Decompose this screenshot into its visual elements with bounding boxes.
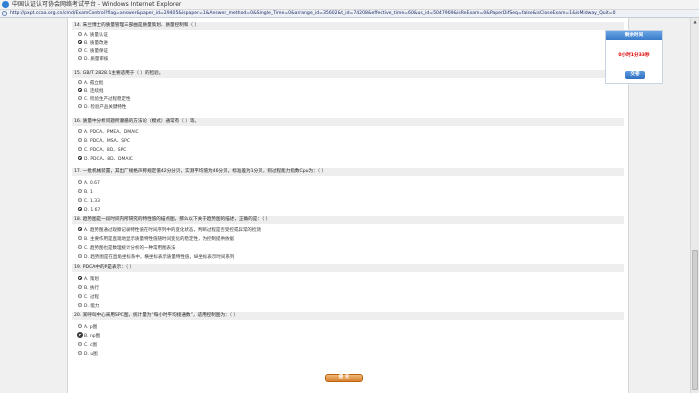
scroll-up-arrow-icon[interactable]: ▲ xyxy=(692,19,698,25)
option-15-c[interactable]: C. 检验生产过程稳定性 xyxy=(78,96,131,103)
question-title: 18. 趋势图是一段时间内所研究的特性值的描点图，那么以下关于趋势图的描述，正确… xyxy=(72,216,624,224)
radio-checked-icon[interactable] xyxy=(78,156,82,160)
option-18-b[interactable]: B. 主要作用是直观地显示质量特性值随时间变化的稳定性，为控制提供依据 xyxy=(78,236,234,243)
option-17-a[interactable]: A. 0.67 xyxy=(78,180,100,187)
radio-icon[interactable] xyxy=(78,294,82,298)
radio-icon[interactable] xyxy=(78,48,82,52)
option-16-c[interactable]: C. PDCA、8D、SPC xyxy=(78,147,126,154)
radio-icon[interactable] xyxy=(78,180,82,184)
option-18-d[interactable]: D. 趋势图是在直角坐标系中，横坐标表示质量特性值，纵坐标表示时间系列 xyxy=(78,254,234,261)
option-14-c[interactable]: C. 质量保证 xyxy=(78,48,108,55)
option-15-d[interactable]: D. 检验产品关键特性 xyxy=(78,104,126,111)
radio-icon[interactable] xyxy=(78,254,82,258)
hand-in-button[interactable]: 交卷 xyxy=(625,71,645,79)
timer-heading: 剩余时间 xyxy=(606,31,662,40)
radio-icon[interactable] xyxy=(78,147,82,151)
radio-icon[interactable] xyxy=(78,324,82,328)
option-16-a[interactable]: A. PDCA、PMEA、DMAIC xyxy=(78,129,139,136)
option-16-d[interactable]: D. PDCA、8D、DMAIC xyxy=(78,156,133,163)
submit-button[interactable]: 提 交 xyxy=(325,374,363,382)
radio-icon[interactable] xyxy=(78,198,82,202)
question-title: 19. PDCA中的P是表示：（ ） xyxy=(72,264,624,272)
option-20-d[interactable]: D. u图 xyxy=(78,351,98,358)
radio-icon[interactable] xyxy=(78,303,82,307)
radio-icon[interactable] xyxy=(78,285,82,289)
radio-icon[interactable] xyxy=(78,96,82,100)
radio-icon[interactable] xyxy=(78,245,82,249)
vertical-scrollbar[interactable]: ▲ xyxy=(690,18,699,393)
radio-checked-icon[interactable] xyxy=(78,227,82,231)
option-17-c[interactable]: C. 1.33 xyxy=(78,198,100,205)
radio-icon[interactable] xyxy=(78,56,82,60)
option-15-b[interactable]: B. 连续批 xyxy=(78,88,103,95)
option-19-a[interactable]: A. 策划 xyxy=(78,276,99,283)
radio-icon[interactable] xyxy=(78,80,82,84)
radio-icon[interactable] xyxy=(78,236,82,240)
radio-icon[interactable] xyxy=(78,129,82,133)
radio-icon[interactable] xyxy=(78,138,82,142)
option-16-b[interactable]: B. PDCA、MSA、SPC xyxy=(78,138,130,145)
option-14-b[interactable]: B. 质量改进 xyxy=(78,40,108,47)
radio-checked-icon[interactable] xyxy=(78,276,82,280)
radio-checked-icon[interactable] xyxy=(76,331,84,339)
radio-icon[interactable] xyxy=(78,32,82,36)
window-title: 中国认证认可协会网络考试平台 - Windows Internet Explor… xyxy=(12,1,182,8)
option-14-a[interactable]: A. 质量认证 xyxy=(78,32,108,39)
option-20-c[interactable]: C. c图 xyxy=(78,342,97,349)
timer-panel: 剩余时间 0小时1分33秒 交卷 xyxy=(605,30,663,84)
address-bar[interactable]: http://pxpt.ccaa.org.cn/cmd/ExamControl?… xyxy=(0,10,699,18)
timer-remaining: 0小时1分33秒 xyxy=(618,53,650,58)
option-17-d[interactable]: D. 1.67 xyxy=(78,207,100,214)
option-19-b[interactable]: B. 执行 xyxy=(78,285,99,292)
radio-icon[interactable] xyxy=(78,351,82,355)
option-20-b[interactable]: B. np图 xyxy=(76,331,100,340)
option-19-c[interactable]: C. 过程 xyxy=(78,294,99,301)
radio-icon[interactable] xyxy=(78,342,82,346)
question-title: 16. 质量中分析问题所遵循的方法论（模式）通常有（ ）等。 xyxy=(72,118,624,126)
radio-checked-icon[interactable] xyxy=(78,207,82,211)
radio-checked-icon[interactable] xyxy=(78,88,82,92)
address-url[interactable]: http://pxpt.ccaa.org.cn/cmd/ExamControl?… xyxy=(10,10,616,18)
page-content: 14. 朱兰博士的质量管理三部曲是质量策划、质量控制和（ ） A. 质量认证 B… xyxy=(0,18,699,393)
option-20-a[interactable]: A. p图 xyxy=(78,324,97,331)
option-18-a[interactable]: A. 趋势图通过观察记录特性值在时间序列中的变化状态，判断过程是否受控或异常的检… xyxy=(78,227,261,234)
scrollbar-thumb[interactable] xyxy=(692,250,698,390)
option-18-c[interactable]: C. 趋势图也是数理统计分析的一种常用图表法 xyxy=(78,245,176,252)
question-title: 15. GB/T 2828.1主要适用于（ ）的检验。 xyxy=(72,70,624,78)
exam-paper: 14. 朱兰博士的质量管理三部曲是质量策划、质量控制和（ ） A. 质量认证 B… xyxy=(67,18,629,393)
radio-icon[interactable] xyxy=(78,189,82,193)
window-titlebar: 中国认证认可协会网络考试平台 - Windows Internet Explor… xyxy=(0,0,699,10)
globe-icon xyxy=(2,11,7,16)
option-15-a[interactable]: A. 孤立批 xyxy=(78,80,103,87)
option-14-d[interactable]: D. 质量审核 xyxy=(78,56,108,63)
radio-icon[interactable] xyxy=(78,104,82,108)
option-17-b[interactable]: B. 1 xyxy=(78,189,93,196)
option-19-d[interactable]: D. 能力 xyxy=(78,303,99,310)
question-title: 14. 朱兰博士的质量管理三部曲是质量策划、质量控制和（ ） xyxy=(72,22,624,30)
question-title: 17. 一批机械装置，其出厂规格声称规定值42分分贝，实测平均值为46分贝，标准… xyxy=(72,168,624,176)
question-title: 20. 某呼叫中心采用SPC图，统计量为“每小时平均接通数”，适用控制图为：（ … xyxy=(72,312,624,320)
radio-checked-icon[interactable] xyxy=(78,40,82,44)
ie-logo-icon xyxy=(2,1,9,8)
